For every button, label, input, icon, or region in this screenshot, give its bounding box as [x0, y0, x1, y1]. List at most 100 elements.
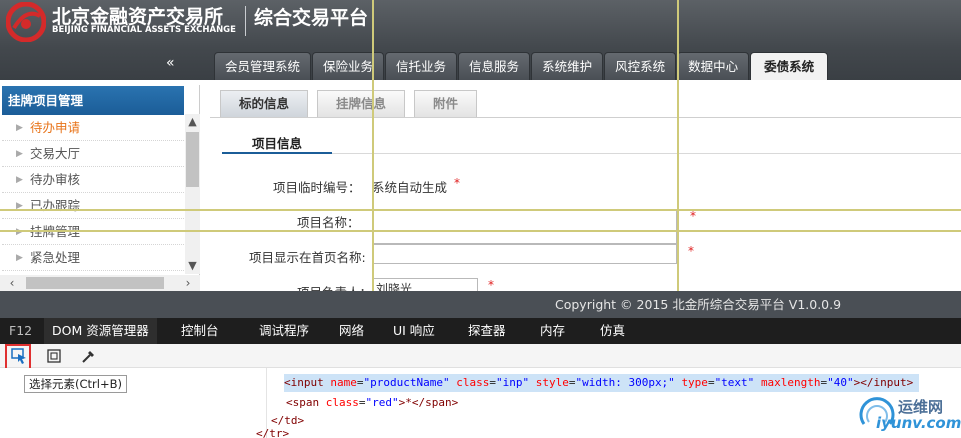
sidebar-item-label: 已办跟踪 [30, 198, 81, 213]
scroll-left-icon[interactable]: ‹ [4, 275, 20, 291]
owner-input[interactable] [372, 278, 478, 291]
code-tag: <input [284, 376, 324, 389]
sidebar-item-label: 挂牌管理 [30, 224, 81, 239]
display-name-label: 项目显示在首页名称: [249, 250, 366, 265]
sidebar-horizontal-scrollbar[interactable]: ‹ › [0, 275, 200, 291]
collapse-sidebar-icon[interactable]: « [166, 55, 174, 71]
required-mark: * [688, 244, 694, 258]
sidebar-item-done-tracking[interactable]: ▶ 已办跟踪 [2, 193, 184, 219]
bfae-logo-icon [6, 2, 46, 42]
code-value: "inp" [495, 376, 530, 389]
brand-divider [245, 6, 246, 36]
scrollbar-thumb[interactable] [186, 132, 199, 187]
nav-tab-system-maintenance[interactable]: 系统维护 [531, 52, 604, 80]
caret-right-icon: ▶ [16, 123, 23, 133]
devtools-f12-label: F12 [9, 323, 33, 338]
sidebar-item-emergency[interactable]: ▶ 紧急处理 [2, 245, 184, 271]
devtools-tab-dom-explorer[interactable]: DOM 资源管理器 [44, 318, 157, 344]
main-content: 标的信息 挂牌信息 附件 项目信息 项目临时编号： 系统自动生成 * 项目名称：… [200, 80, 961, 291]
required-mark: * [690, 209, 696, 223]
project-name-input-shadow [372, 228, 677, 244]
code-tag: >*</span> [398, 396, 459, 409]
tab-listing-info[interactable]: 挂牌信息 [317, 90, 406, 117]
devtools-tabbar: F12 DOM 资源管理器 控制台 调试程序 网络 UI 响应 探查器 内存 仿… [0, 318, 961, 344]
code-value: "text" [714, 376, 755, 389]
tab-attachments[interactable]: 附件 [414, 90, 478, 117]
required-mark: * [488, 278, 494, 291]
caret-right-icon: ▶ [16, 149, 23, 159]
dom-tree-view: <input name="productName" class="inp" st… [0, 368, 961, 438]
section-divider [332, 153, 961, 154]
sidebar-item-label: 紧急处理 [30, 250, 81, 265]
sidebar-item-pending-applications[interactable]: ▶ 待办申请 [2, 115, 184, 141]
display-name-input[interactable] [372, 244, 677, 264]
dom-tree-indent-guide [266, 368, 267, 438]
nav-tab-data-center[interactable]: 数据中心 [677, 52, 750, 80]
app-header: 北京金融资产交易所 BEIJING FINANCIAL ASSETS EXCHA… [0, 0, 961, 80]
nav-tab-trust[interactable]: 信托业务 [385, 52, 458, 80]
copyright-text: Copyright © 2015 北金所综合交易平台 V1.0.0.9 [555, 297, 842, 312]
sidebar-item-label: 待办审核 [30, 172, 81, 187]
select-element-tooltip: 选择元素(Ctrl+B) [24, 375, 127, 393]
watermark-text-en: iyunv.com [876, 414, 961, 432]
nav-tab-insurance[interactable]: 保险业务 [312, 52, 385, 80]
caret-right-icon: ▶ [16, 253, 23, 263]
sidebar-item-listing-management[interactable]: ▶ 挂牌管理 [2, 219, 184, 245]
sidebar-item-label: 待办申请 [30, 120, 81, 135]
sidebar-item-label: 交易大厅 [30, 146, 81, 161]
temp-no-label: 项目临时编号： [273, 180, 361, 195]
nav-tab-info-service[interactable]: 信息服务 [458, 52, 531, 80]
temp-no-value: 系统自动生成 [372, 180, 448, 195]
sidebar-title[interactable]: 挂牌项目管理 [2, 86, 184, 115]
code-tag: ></input> [853, 376, 914, 389]
code-attr: style [535, 376, 569, 389]
code-value: "width: 300px;" [575, 376, 675, 389]
platform-title: 综合交易平台 [254, 7, 369, 29]
section-title: 项目信息 [252, 136, 303, 151]
code-attr: class [456, 376, 490, 389]
sidebar-item-pending-review[interactable]: ▶ 待办审核 [2, 167, 184, 193]
project-name-input[interactable] [372, 209, 677, 229]
nav-tab-member-system[interactable]: 会员管理系统 [214, 52, 312, 80]
section-title-underline [222, 152, 332, 154]
highlight-box-icon[interactable] [44, 346, 64, 366]
code-tag: </tr> [256, 429, 290, 438]
sidebar-vertical-scrollbar[interactable]: ▲ ▼ [185, 114, 200, 274]
code-value: "productName" [363, 376, 450, 389]
page-footer: Copyright © 2015 北金所综合交易平台 V1.0.0.9 [0, 291, 961, 318]
detail-tabs: 标的信息 挂牌信息 附件 [220, 90, 486, 117]
dom-node-span-red[interactable]: <span class="red">*</span> [286, 394, 458, 412]
devtools-tab-memory[interactable]: 内存 [540, 318, 565, 344]
code-value: "red" [365, 396, 399, 409]
dom-node-input-productname[interactable]: <input name="productName" class="inp" st… [284, 374, 920, 392]
code-attr: maxlength [760, 376, 821, 389]
select-element-icon[interactable] [9, 346, 29, 366]
code-tag: </td> [271, 414, 305, 427]
sidebar-item-trading-hall[interactable]: ▶ 交易大厅 [2, 141, 184, 167]
devtools-tab-console[interactable]: 控制台 [181, 318, 219, 344]
tab-divider [210, 117, 961, 118]
scroll-right-icon[interactable]: › [180, 275, 196, 291]
required-mark: * [454, 176, 460, 190]
tab-subject-info[interactable]: 标的信息 [220, 90, 309, 117]
color-picker-icon[interactable] [79, 346, 99, 366]
nav-tab-debt-system[interactable]: 委债系统 [750, 52, 829, 80]
devtools-tab-network[interactable]: 网络 [339, 318, 364, 344]
sidebar-menu: ▶ 待办申请 ▶ 交易大厅 ▶ 待办审核 ▶ 已办跟踪 ▶ 挂牌管理 ▶ 紧急处… [2, 115, 184, 271]
devtools-tab-ui-responsiveness[interactable]: UI 响应 [393, 318, 435, 344]
code-attr: name [330, 376, 357, 389]
caret-right-icon: ▶ [16, 175, 23, 185]
dom-node-tr-close[interactable]: </tr> [256, 429, 289, 438]
scroll-up-icon[interactable]: ▲ [185, 114, 200, 130]
code-attr: type [681, 376, 708, 389]
dom-node-td-close[interactable]: </td> [271, 412, 304, 430]
devtools-tab-emulation[interactable]: 仿真 [600, 318, 625, 344]
sidebar: 挂牌项目管理 ▶ 待办申请 ▶ 交易大厅 ▶ 待办审核 ▶ 已办跟踪 ▶ 挂牌管… [0, 85, 200, 291]
top-navigation: 会员管理系统 保险业务 信托业务 信息服务 系统维护 风控系统 数据中心 委债系… [214, 52, 829, 80]
code-attr: class [325, 396, 359, 409]
scrollbar-thumb[interactable] [26, 277, 164, 289]
devtools-tab-debugger[interactable]: 调试程序 [259, 318, 309, 344]
scroll-down-icon[interactable]: ▼ [185, 258, 200, 274]
nav-tab-risk-control[interactable]: 风控系统 [604, 52, 677, 80]
devtools-tab-profiler[interactable]: 探查器 [468, 318, 506, 344]
